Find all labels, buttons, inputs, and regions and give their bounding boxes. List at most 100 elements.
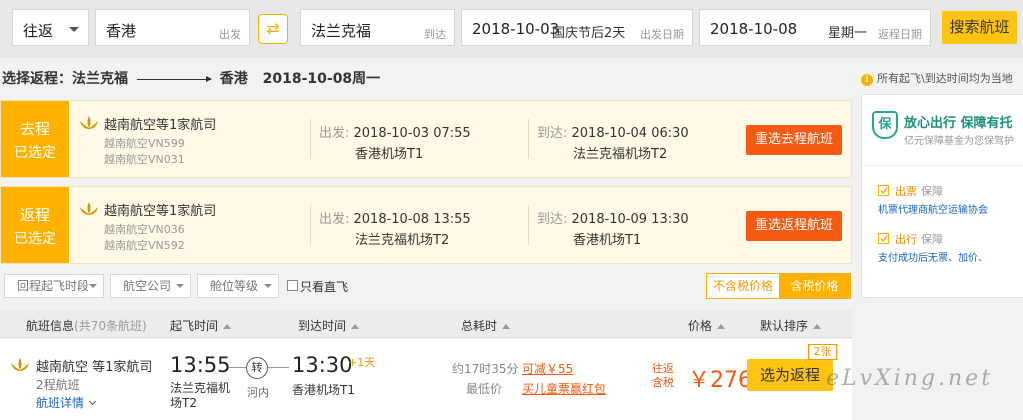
divider bbox=[528, 119, 529, 159]
sort-price-label: 价格 bbox=[688, 319, 713, 333]
outbound-tag-title: 去程 bbox=[19, 120, 50, 138]
sort-depart-time[interactable]: 起飞时间 bbox=[170, 317, 232, 334]
search-flights-button[interactable]: 搜索航班 bbox=[942, 11, 1017, 44]
info-icon: i bbox=[861, 74, 873, 86]
search-bar: 往返 香港 出发 ⇄ 法兰克福 到达 2018-10-03 国庆节后2天 出发日… bbox=[0, 0, 1023, 58]
header-flight-info-label: 航班信息 bbox=[26, 319, 75, 333]
flight-depart-airport: 法兰克福机场T2 bbox=[170, 381, 231, 410]
return-arrive-datetime: 2018-10-09 13:30 bbox=[571, 212, 689, 227]
price-type: 往返 含税 bbox=[652, 362, 674, 390]
return-flight-1: 越南航空VN036 bbox=[104, 223, 185, 236]
return-date-value: 2018-10-08 bbox=[710, 20, 798, 38]
return-tag-status: 已选定 bbox=[14, 231, 56, 247]
trip-type-value: 往返 bbox=[23, 22, 54, 40]
vietnam-airlines-lotus-icon bbox=[80, 116, 98, 129]
travel-guarantee-title: 出行 bbox=[895, 233, 917, 246]
filter-airline[interactable]: 航空公司 bbox=[110, 274, 191, 298]
sort-duration[interactable]: 总耗时 bbox=[461, 317, 511, 334]
outbound-tag: 去程 已选定 bbox=[1, 101, 69, 177]
sort-arrow-icon bbox=[502, 324, 511, 329]
flight-details-label: 航班详情 bbox=[36, 396, 85, 410]
child-ticket-promo-link[interactable]: 买儿童票赢红包 bbox=[522, 380, 606, 397]
filter-cabin-class[interactable]: 舱位等级 bbox=[197, 274, 279, 298]
chevron-down-icon bbox=[264, 284, 272, 288]
sort-arrive-time-label: 到达时间 bbox=[298, 319, 347, 333]
from-city-input[interactable]: 香港 出发 bbox=[95, 9, 250, 46]
flight-arrive-time: 13:30 bbox=[292, 353, 353, 377]
return-arrive-label: 到达: 2018-10-09 13:30 bbox=[537, 208, 689, 227]
flight-details-link[interactable]: 航班详情 bbox=[36, 394, 97, 411]
route-destination: 香港 bbox=[219, 71, 248, 87]
outbound-depart-label-text: 出发: bbox=[319, 126, 354, 141]
return-depart-datetime: 2018-10-08 13:55 bbox=[353, 212, 471, 227]
outbound-arrive-label-text: 到达: bbox=[537, 126, 572, 141]
swap-cities-button[interactable]: ⇄ bbox=[258, 14, 288, 44]
to-city-hint: 到达 bbox=[424, 28, 446, 41]
tax-included-option[interactable]: 含税价格 bbox=[779, 274, 850, 298]
tax-excluded-option[interactable]: 不含税价格 bbox=[707, 274, 779, 298]
flight-arrive-airport: 香港机场T1 bbox=[292, 383, 355, 397]
chevron-down-icon bbox=[69, 27, 79, 32]
reselect-outbound-button[interactable]: 重选去程航班 bbox=[746, 125, 842, 155]
return-arrive-label-text: 到达: bbox=[537, 212, 572, 227]
chevron-down-icon bbox=[176, 284, 184, 288]
from-city-hint: 出发 bbox=[219, 28, 241, 41]
sort-price[interactable]: 价格 bbox=[688, 317, 726, 334]
route-origin: 选择返程：法兰克福 bbox=[2, 71, 128, 87]
sort-arrive-time[interactable]: 到达时间 bbox=[298, 317, 360, 334]
check-icon bbox=[878, 185, 889, 196]
return-depart-label-text: 出发: bbox=[319, 212, 354, 227]
guarantee-subtitle: 亿元保障基金为您保驾护 bbox=[904, 136, 1014, 147]
return-depart-label: 出发: 2018-10-08 13:55 bbox=[319, 208, 471, 227]
discount-promo-link[interactable]: 可减￥55 bbox=[522, 360, 573, 377]
tax-price-toggle: 不含税价格 含税价格 bbox=[706, 273, 851, 299]
outbound-flight-1: 越南航空VN599 bbox=[104, 137, 185, 150]
filter-return-time[interactable]: 回程起飞时段 bbox=[4, 274, 104, 298]
arrow-right-icon bbox=[136, 75, 212, 82]
return-date-hint: 返程日期 bbox=[878, 28, 922, 41]
shield-icon: 保 bbox=[872, 111, 898, 139]
ticketing-guarantee: 出票 保障 bbox=[878, 183, 943, 199]
reselect-return-button[interactable]: 重选返程航班 bbox=[746, 211, 842, 241]
depart-date-value: 2018-10-03 bbox=[472, 20, 560, 38]
price-type-roundtrip: 往返 bbox=[652, 362, 674, 375]
return-flight-2: 越南航空VN592 bbox=[104, 239, 185, 252]
results-panel: 选择返程：法兰克福 香港 2018-10-08周一 去程 已选定 越南航空等1家… bbox=[0, 58, 852, 420]
guarantee-card: 保 放心出行 保障有托 亿元保障基金为您保驾护 出票 保障 机票代理商航空运输协会… bbox=[861, 94, 1023, 298]
trip-type-select[interactable]: 往返 bbox=[12, 9, 89, 46]
depart-date-holiday: 国庆节后2天 bbox=[552, 26, 626, 41]
return-date-input[interactable]: 2018-10-08 星期一 返程日期 bbox=[699, 9, 931, 46]
depart-date-input[interactable]: 2018-10-03 国庆节后2天 出发日期 bbox=[461, 9, 693, 46]
flight-depart-time: 13:55 bbox=[170, 353, 231, 377]
local-time-note-text: 所有起飞\到达时间均为当地 bbox=[877, 72, 1013, 85]
to-city-value: 法兰克福 bbox=[311, 22, 372, 40]
outbound-flight-2: 越南航空VN031 bbox=[104, 153, 185, 166]
flight-duration: 约17时35分 bbox=[452, 362, 519, 376]
sort-default[interactable]: 默认排序 bbox=[760, 317, 822, 334]
divider bbox=[310, 205, 311, 245]
ticketing-guarantee-title: 出票 bbox=[895, 185, 917, 198]
outbound-depart-airport: 香港机场T1 bbox=[355, 147, 424, 162]
flight-segments: 2程航班 bbox=[36, 378, 80, 392]
header-flight-count: (共70条航班) bbox=[74, 319, 147, 333]
outbound-arrive-label: 到达: 2018-10-04 06:30 bbox=[537, 122, 689, 141]
return-tag-title: 返程 bbox=[19, 206, 50, 224]
flight-row: 越南航空 等1家航司 2程航班 航班详情 13:55 法兰克福机场T2 转 河内… bbox=[0, 339, 852, 420]
flight-airline: 越南航空 等1家航司 bbox=[36, 360, 153, 375]
lowest-price-label: 最低价 bbox=[466, 382, 503, 396]
sort-arrow-icon bbox=[223, 324, 232, 329]
outbound-tag-status: 已选定 bbox=[14, 145, 56, 161]
sort-duration-label: 总耗时 bbox=[461, 319, 498, 333]
sort-arrow-icon bbox=[717, 324, 726, 329]
filter-bar: 回程起飞时段 航空公司 舱位等级 只看直飞 不含税价格 含税价格 bbox=[0, 273, 852, 300]
outbound-depart-label: 出发: 2018-10-03 07:55 bbox=[319, 122, 471, 141]
check-icon bbox=[878, 233, 889, 244]
divider bbox=[862, 165, 1023, 166]
direct-only-checkbox[interactable] bbox=[287, 280, 298, 291]
divider bbox=[528, 205, 529, 245]
header-flight-info: 航班信息(共70条航班) bbox=[26, 317, 147, 334]
to-city-input[interactable]: 法兰克福 到达 bbox=[300, 9, 455, 46]
route-title: 选择返程：法兰克福 香港 2018-10-08周一 bbox=[2, 68, 380, 88]
select-return-button[interactable]: 选为返程 bbox=[747, 359, 833, 391]
filter-return-time-label: 回程起飞时段 bbox=[17, 279, 90, 293]
